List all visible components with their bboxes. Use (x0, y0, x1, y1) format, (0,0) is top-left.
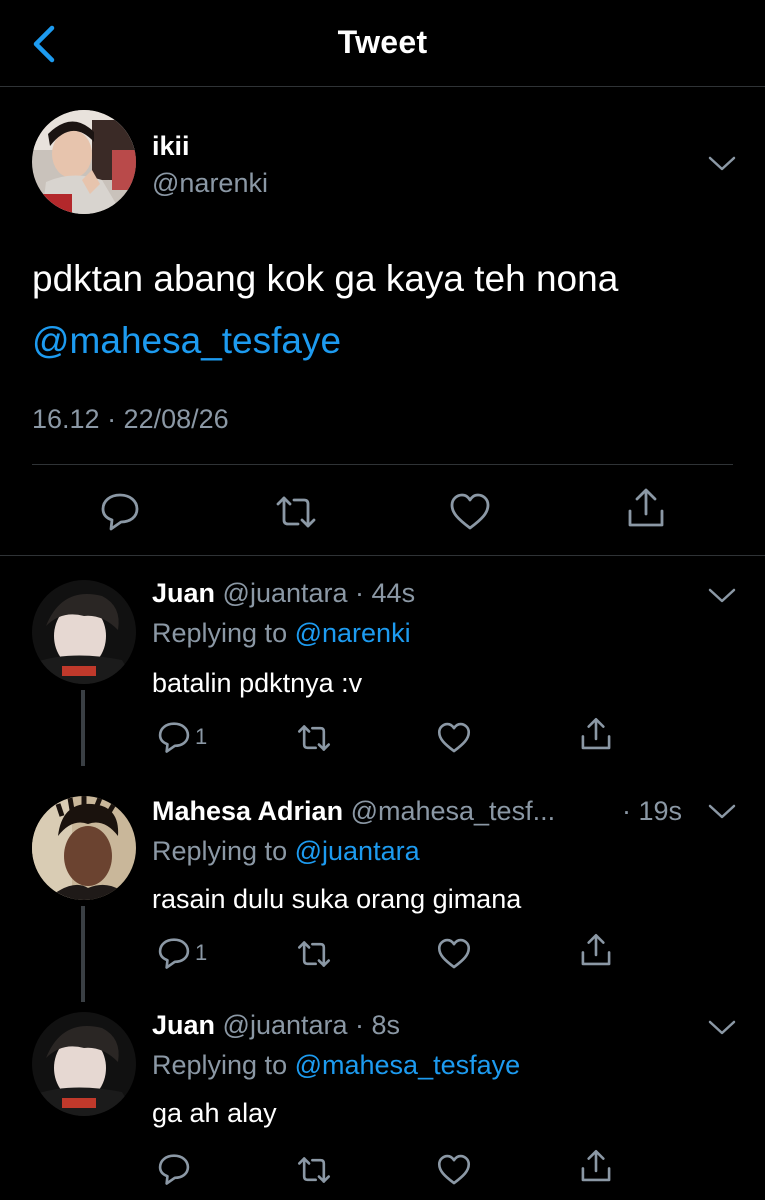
reply-author-name: Mahesa Adrian (152, 796, 344, 826)
chevron-down-icon[interactable] (707, 802, 737, 822)
avatar[interactable] (32, 1012, 136, 1116)
share-icon[interactable] (578, 932, 614, 968)
replying-to-label: Replying to (152, 1050, 288, 1080)
reply-author-handle: @mahesa_tesf... (350, 796, 556, 826)
reply-author-name: Juan (152, 1010, 216, 1040)
reply-icon[interactable] (156, 1150, 192, 1186)
reply-count: 1 (195, 724, 208, 749)
avatar[interactable] (32, 580, 136, 684)
author-name[interactable]: ikii (152, 131, 190, 162)
share-icon[interactable] (624, 486, 668, 530)
reply-icon[interactable] (156, 934, 192, 970)
tweet-body: pdktan abang kok ga kaya teh nona (32, 258, 619, 299)
reply-author[interactable]: Mahesa Adrian @mahesa_tesf... (152, 796, 555, 827)
share-icon[interactable] (578, 1148, 614, 1184)
reply-author-handle: @juantara (222, 1010, 348, 1040)
avatar[interactable] (32, 110, 136, 214)
chevron-down-icon[interactable] (707, 1018, 737, 1038)
divider (32, 464, 733, 465)
mention-link[interactable]: @mahesa_tesfaye (32, 310, 618, 372)
replying-to-label: Replying to (152, 836, 288, 866)
retweet-icon[interactable] (296, 1152, 332, 1188)
replying-to: Replying to @juantara (152, 836, 420, 867)
replying-to: Replying to @narenki (152, 618, 411, 649)
share-icon[interactable] (578, 716, 614, 752)
reply-author-handle: @juantara (222, 578, 348, 608)
like-icon[interactable] (448, 490, 492, 534)
tweet-timestamp: 16.12 · 22/08/26 (32, 404, 229, 434)
reply-text: batalin pdktnya :v (152, 668, 363, 698)
author-handle[interactable]: @narenki (152, 168, 268, 199)
reply-count: 1 (195, 940, 208, 965)
thread-connector (81, 690, 85, 766)
reply-time: · 8s (355, 1010, 401, 1040)
top-bar: Tweet (0, 0, 765, 87)
reply-text: rasain dulu suka orang gimana (152, 884, 522, 914)
reply-text: ga ah alay (152, 1098, 277, 1128)
replying-to-mention[interactable]: @mahesa_tesfaye (295, 1050, 521, 1080)
reply-icon[interactable] (156, 718, 192, 754)
reply-icon[interactable] (98, 488, 142, 532)
replying-to-label: Replying to (152, 618, 288, 648)
chevron-down-icon[interactable] (707, 586, 737, 606)
main-tweet: ikii @narenki pdktan abang kok ga kaya t… (0, 86, 765, 556)
retweet-icon[interactable] (296, 720, 332, 756)
tweet-text: pdktan abang kok ga kaya teh nona @mahes… (32, 248, 618, 372)
reply-tweet[interactable]: Juan @juantara · 8s Replying to @mahesa_… (0, 988, 765, 1200)
chevron-down-icon[interactable] (707, 154, 737, 174)
replying-to: Replying to @mahesa_tesfaye (152, 1050, 520, 1081)
retweet-icon[interactable] (296, 936, 332, 972)
like-icon[interactable] (436, 1152, 472, 1188)
reply-author[interactable]: Juan @juantara · 44s (152, 578, 415, 609)
page-title: Tweet (337, 24, 428, 60)
like-icon[interactable] (436, 936, 472, 972)
like-icon[interactable] (436, 720, 472, 756)
reply-time: · 19s (622, 796, 683, 826)
reply-tweet[interactable]: Juan @juantara · 44s Replying to @narenk… (0, 556, 765, 766)
reply-author-name: Juan (152, 578, 216, 608)
avatar[interactable] (32, 796, 136, 900)
reply-time: · 44s (355, 578, 416, 608)
replying-to-mention[interactable]: @narenki (295, 618, 411, 648)
reply-author[interactable]: Juan @juantara · 8s (152, 1010, 400, 1041)
replying-to-mention[interactable]: @juantara (295, 836, 420, 866)
retweet-icon[interactable] (274, 490, 318, 534)
reply-tweet[interactable]: Mahesa Adrian @mahesa_tesf... · 19s Repl… (0, 772, 765, 1002)
